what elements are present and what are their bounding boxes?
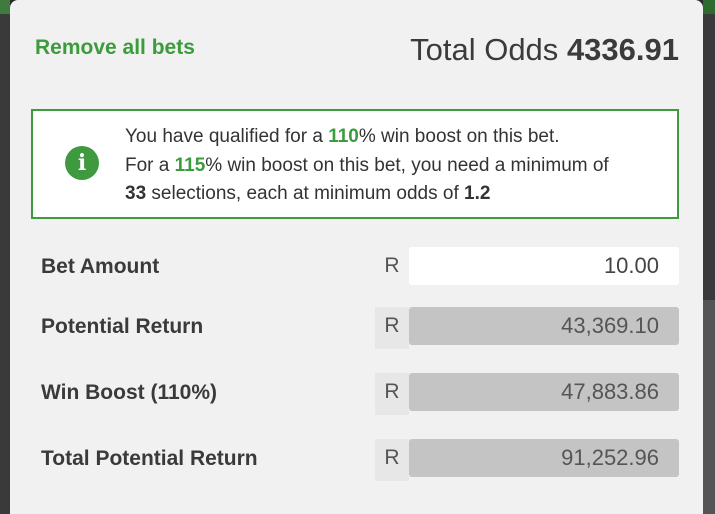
info-text: % win boost on this bet, you need a mini… <box>205 154 609 176</box>
total-potential-return-row: Total Potential Return R 91,252.96 <box>10 439 703 481</box>
total-potential-return-value: 91,252.96 <box>409 439 679 477</box>
total-odds: Total Odds 4336.91 <box>410 32 679 68</box>
info-text: selections, each at minimum odds of <box>146 183 465 204</box>
total-potential-return-label: Total Potential Return <box>41 447 258 470</box>
betslip-panel: Remove all bets Total Odds 4336.91 i You… <box>10 0 703 514</box>
potential-return-row: Potential Return R 43,369.10 <box>10 307 703 349</box>
background-left <box>0 0 10 514</box>
info-text: % win boost on this bet. <box>358 126 560 147</box>
info-line-2: For a 115% win boost on this bet, you ne… <box>125 152 665 181</box>
next-boost-pct: 115 <box>174 154 206 176</box>
background-stripe <box>703 0 715 14</box>
potential-return-label: Potential Return <box>41 315 204 338</box>
bet-amount-label: Bet Amount <box>41 255 160 278</box>
remove-all-bets-link[interactable]: Remove all bets <box>35 36 195 60</box>
betslip-header: Remove all bets Total Odds 4336.91 <box>10 0 703 100</box>
min-selections: 33 <box>125 183 147 204</box>
currency-symbol: R <box>384 254 400 277</box>
win-boost-message: You have qualified for a 110% win boost … <box>125 123 665 209</box>
info-icon: i <box>65 146 99 180</box>
win-boost-row: Win Boost (110%) R 47,883.86 <box>10 373 703 415</box>
win-boost-value: 47,883.86 <box>409 373 679 411</box>
background-stripe <box>0 0 10 14</box>
bet-amount-row: Bet Amount R <box>10 247 703 289</box>
info-line-1: You have qualified for a 110% win boost … <box>125 123 665 152</box>
info-line-3: 33 selections, each at minimum odds of 1… <box>125 180 665 209</box>
background-right <box>703 0 715 514</box>
background-block <box>703 300 715 514</box>
qualified-boost-pct: 110 <box>328 126 359 147</box>
potential-return-value: 43,369.10 <box>409 307 679 345</box>
info-text: You have qualified for a <box>125 126 329 147</box>
min-odds: 1.2 <box>464 183 491 204</box>
info-text: For a <box>125 154 175 176</box>
win-boost-label: Win Boost (110%) <box>41 381 217 404</box>
total-odds-value: 4336.91 <box>566 32 679 67</box>
currency-symbol: R <box>375 373 409 415</box>
total-odds-label: Total Odds <box>410 32 559 67</box>
currency-symbol: R <box>375 439 409 481</box>
currency-symbol: R <box>375 307 409 349</box>
bet-amount-input[interactable] <box>409 247 679 285</box>
win-boost-info-box: i You have qualified for a 110% win boos… <box>31 109 679 219</box>
